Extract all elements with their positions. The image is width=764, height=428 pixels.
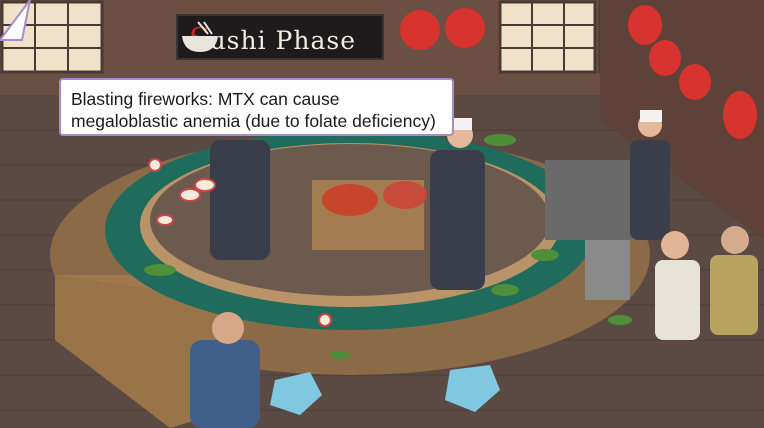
sign-title-rest: ushi Phase [209,26,356,55]
grill-station-hotspot[interactable] [545,155,640,305]
restaurant-sign: Sushi Phase [176,14,384,60]
tooltip-pointer [0,0,31,41]
chef-center-hotspot[interactable] [425,115,500,305]
game-scene: Sushi Phase Blasting fireworks: MTX can … [0,0,764,428]
chef-left-hotspot[interactable] [205,100,280,300]
crab-plate-hotspot[interactable] [318,175,428,230]
ramen-bowl-icon [182,21,218,52]
